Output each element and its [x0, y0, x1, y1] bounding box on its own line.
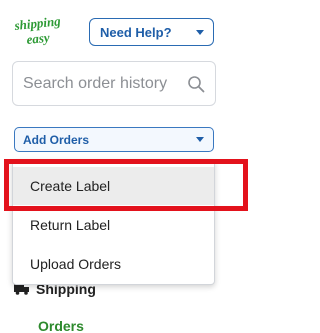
menu-item-create-label[interactable]: Create Label — [13, 167, 214, 205]
search-icon[interactable] — [187, 75, 205, 93]
add-orders-menu: Create Label Return Label Upload Orders — [12, 160, 215, 285]
menu-item-upload-orders[interactable]: Upload Orders — [13, 245, 214, 283]
add-orders-label: Add Orders — [23, 132, 90, 147]
need-help-button[interactable]: Need Help? — [89, 18, 214, 46]
menu-item-return-label[interactable]: Return Label — [13, 206, 214, 244]
need-help-label: Need Help? — [100, 24, 172, 40]
logo-text-easy: easy — [26, 30, 51, 47]
sidebar-item-orders[interactable]: Orders — [38, 318, 84, 333]
app-window: shipping easy Need Help? Add Orders Ship… — [0, 0, 251, 333]
search-order-history — [12, 61, 216, 106]
shippingeasy-logo[interactable]: shipping easy — [13, 17, 83, 49]
chevron-down-icon — [196, 137, 204, 142]
search-input[interactable] — [23, 62, 183, 105]
add-orders-button[interactable]: Add Orders — [14, 127, 214, 152]
chevron-down-icon — [196, 30, 204, 35]
